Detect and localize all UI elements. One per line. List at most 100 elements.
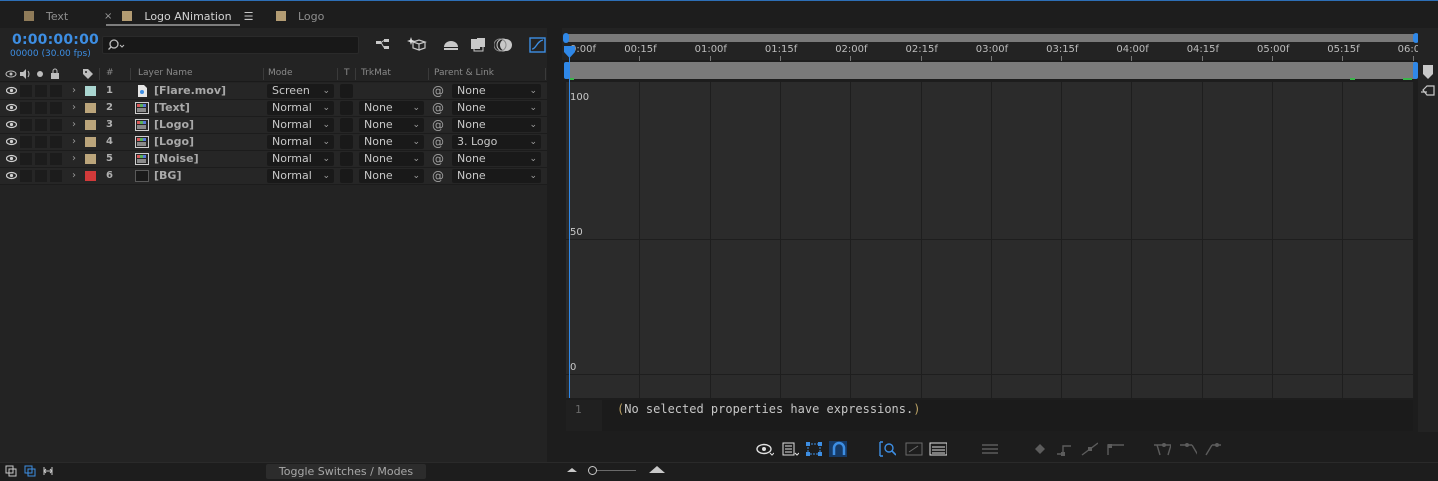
layer-name[interactable]: [Logo]	[154, 118, 194, 131]
layer-row[interactable]: › 2 [Text] Normal ⌄ None ⌄ @ None ⌄	[0, 100, 547, 117]
audio-switch[interactable]	[20, 85, 32, 97]
layer-row[interactable]: › 4 [Logo] Normal ⌄ None ⌄ @3. Logo ⌄	[0, 134, 547, 151]
shy-layers-icon[interactable]	[441, 36, 461, 54]
lock-switch[interactable]	[50, 136, 62, 148]
tab-text[interactable]: Text	[24, 7, 68, 25]
transfer-controls-pane-icon[interactable]	[24, 465, 36, 477]
visibility-eye-icon[interactable]	[6, 120, 17, 129]
comp-marker-bin-icon[interactable]	[1421, 64, 1435, 80]
solo-switch[interactable]	[35, 153, 47, 165]
lock-switch[interactable]	[50, 102, 62, 114]
blend-mode-dropdown[interactable]: Normal ⌄	[267, 118, 334, 132]
frame-blending-icon[interactable]	[468, 36, 488, 54]
visibility-eye-icon[interactable]	[6, 86, 17, 95]
parent-pick-whip-icon[interactable]: @	[432, 84, 444, 98]
preserve-transparency-switch[interactable]	[340, 101, 353, 115]
solo-toggle-icon[interactable]	[36, 70, 44, 78]
expand-chevron-icon[interactable]: ›	[72, 85, 76, 96]
auto-zoom-graph-height-icon[interactable]	[878, 441, 896, 457]
parent-pick-whip-icon[interactable]: @	[432, 169, 444, 183]
toggle-switches-modes-button[interactable]: Toggle Switches / Modes	[266, 464, 426, 479]
parent-dropdown[interactable]: None ⌄	[452, 84, 541, 98]
comp-flowchart-icon[interactable]	[374, 36, 394, 54]
fit-all-icon[interactable]	[929, 441, 947, 457]
parent-pick-whip-icon[interactable]: @	[432, 152, 444, 166]
visibility-eye-icon[interactable]	[6, 103, 17, 112]
close-icon[interactable]: ×	[104, 11, 112, 22]
lock-icon[interactable]	[50, 68, 60, 79]
motion-blur-icon[interactable]	[494, 36, 514, 54]
visibility-eye-icon[interactable]	[6, 137, 17, 146]
layer-label-color[interactable]	[85, 120, 96, 130]
track-matte-dropdown[interactable]: None ⌄	[359, 101, 424, 115]
preserve-transparency-switch[interactable]	[340, 152, 353, 166]
layer-row[interactable]: › 6 [BG] Normal ⌄ None ⌄ @ None ⌄	[0, 168, 547, 185]
snapshot-marker-icon[interactable]	[1420, 84, 1436, 98]
tab-logo-animation[interactable]: × Logo ANimation ☰	[104, 7, 253, 25]
audio-switch[interactable]	[20, 102, 32, 114]
preserve-transparency-switch[interactable]	[340, 118, 353, 132]
graph-options-icon[interactable]	[781, 441, 799, 457]
audio-switch[interactable]	[20, 119, 32, 131]
layer-label-color[interactable]	[85, 154, 96, 164]
solo-switch[interactable]	[35, 119, 47, 131]
parent-dropdown[interactable]: None ⌄	[452, 152, 541, 166]
blend-mode-dropdown[interactable]: Normal ⌄	[267, 152, 334, 166]
graph-editor[interactable]	[566, 82, 1413, 398]
work-area-bar[interactable]	[566, 62, 1416, 79]
zoom-slider-handle[interactable]	[588, 466, 597, 475]
audio-switch[interactable]	[20, 170, 32, 182]
audio-switch[interactable]	[20, 136, 32, 148]
draft-3d-icon[interactable]	[407, 36, 427, 54]
convert-to-auto-bezier-icon[interactable]	[1106, 441, 1124, 457]
layer-name[interactable]: [Noise]	[154, 152, 199, 165]
visibility-eye-icon[interactable]	[6, 171, 17, 180]
parent-pick-whip-icon[interactable]: @	[432, 101, 444, 115]
navigator-start-handle[interactable]	[562, 32, 570, 44]
preserve-transparency-switch[interactable]	[340, 135, 353, 149]
lock-switch[interactable]	[50, 85, 62, 97]
layer-row[interactable]: › 3 [Logo] Normal ⌄ None ⌄ @ None ⌄	[0, 117, 547, 134]
parent-pick-whip-icon[interactable]: @	[432, 118, 444, 132]
lock-switch[interactable]	[50, 170, 62, 182]
easy-ease-icon[interactable]	[1153, 441, 1171, 457]
tab-logo[interactable]: Logo	[276, 7, 324, 25]
solo-switch[interactable]	[35, 170, 47, 182]
zoom-in-icon[interactable]	[648, 464, 666, 475]
expand-chevron-icon[interactable]: ›	[72, 102, 76, 113]
solo-switch[interactable]	[35, 102, 47, 114]
expand-chevron-icon[interactable]: ›	[72, 136, 76, 147]
layer-search-input[interactable]	[102, 36, 359, 54]
blend-mode-dropdown[interactable]: Normal ⌄	[267, 169, 334, 183]
layer-name[interactable]: [BG]	[154, 169, 181, 182]
expand-chevron-icon[interactable]: ›	[72, 153, 76, 164]
layer-row[interactable]: › 1 [Flare.mov] Screen ⌄ @ None ⌄	[0, 83, 547, 100]
parent-dropdown[interactable]: None ⌄	[452, 101, 541, 115]
layer-row[interactable]: › 5 [Noise] Normal ⌄ None ⌄ @ None ⌄	[0, 151, 547, 168]
layer-name[interactable]: [Logo]	[154, 135, 194, 148]
parent-dropdown[interactable]: None ⌄	[452, 169, 541, 183]
graph-editor-icon[interactable]	[528, 36, 548, 54]
layer-label-color[interactable]	[85, 103, 96, 113]
easy-ease-in-icon[interactable]	[1179, 441, 1197, 457]
edit-keyframe-icon[interactable]	[1032, 441, 1050, 457]
layer-name[interactable]: [Flare.mov]	[154, 84, 226, 97]
lock-switch[interactable]	[50, 153, 62, 165]
blend-mode-dropdown[interactable]: Normal ⌄	[267, 101, 334, 115]
show-properties-eye-icon[interactable]	[756, 441, 774, 457]
column-layer-name-header[interactable]: Layer Name	[138, 68, 193, 78]
video-toggle-icon[interactable]	[5, 69, 17, 79]
blend-mode-dropdown[interactable]: Screen ⌄	[267, 84, 334, 98]
convert-to-hold-icon[interactable]	[1055, 441, 1073, 457]
parent-dropdown[interactable]: 3. Logo ⌄	[452, 135, 541, 149]
audio-switch[interactable]	[20, 153, 32, 165]
track-matte-dropdown[interactable]: None ⌄	[359, 135, 424, 149]
expand-chevron-icon[interactable]: ›	[72, 119, 76, 130]
layer-name[interactable]: [Text]	[154, 101, 190, 114]
in-out-stretch-pane-icon[interactable]	[42, 465, 54, 477]
tab-menu-icon[interactable]: ☰	[244, 10, 254, 23]
current-time-indicator-handle[interactable]	[563, 45, 576, 59]
easy-ease-out-icon[interactable]	[1203, 441, 1221, 457]
layer-label-color[interactable]	[85, 171, 96, 181]
layer-label-color[interactable]	[85, 137, 96, 147]
